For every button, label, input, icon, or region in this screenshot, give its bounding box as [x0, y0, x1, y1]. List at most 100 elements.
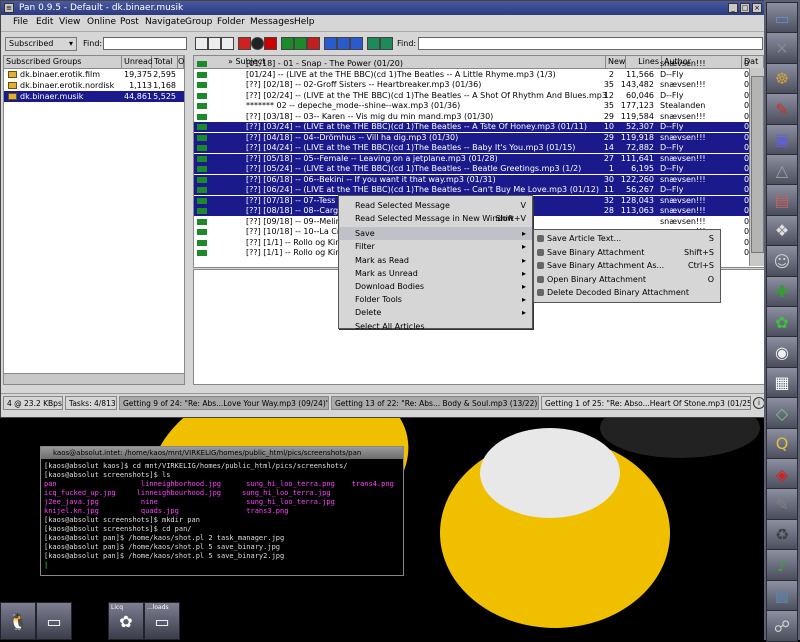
taskbar-button[interactable]: ▭ ...loads: [144, 602, 180, 640]
reload-all-icon[interactable]: [380, 37, 393, 50]
header-total[interactable]: Total: [152, 56, 178, 69]
article-row[interactable]: [??] [05/24] -- (LIVE at the THE BBC)(cd…: [194, 164, 750, 174]
monitor-icon[interactable]: ▣: [766, 123, 798, 156]
ship-wheel-icon[interactable]: ☸: [766, 62, 798, 95]
app3-icon[interactable]: ▩: [766, 579, 798, 612]
submenu-item[interactable]: Delete Decoded Binary Attachment: [534, 286, 720, 299]
article-row[interactable]: [??] [06/24] -- (LIVE at the THE BBC)(cd…: [194, 185, 750, 195]
menu-view[interactable]: View: [59, 17, 80, 27]
group-row[interactable]: dk.binaer.erotik.film 19,375 2,595: [4, 69, 184, 80]
thread-first-icon[interactable]: [324, 37, 337, 50]
menu-navigate[interactable]: Navigate: [145, 17, 185, 27]
menu-messages[interactable]: Messages: [250, 17, 294, 27]
close-icon[interactable]: ✕: [766, 32, 798, 65]
screen-icon[interactable]: ▭: [766, 2, 798, 34]
record-icon[interactable]: [238, 37, 251, 50]
gimp-icon[interactable]: ✎: [766, 93, 798, 126]
submenu-item[interactable]: Open Binary Attachment O: [534, 273, 720, 286]
quickview-icon[interactable]: Q: [766, 427, 798, 460]
article-row[interactable]: [??] [03/18] -- 03-- Karen -- Vis mig du…: [194, 112, 750, 122]
thread-last-icon[interactable]: [350, 37, 363, 50]
flower-icon[interactable]: ✿: [766, 306, 798, 338]
header-other[interactable]: O: [178, 56, 184, 69]
context-menu-item[interactable]: Save ▸: [339, 227, 532, 240]
context-menu-label: Mark as Unread: [355, 269, 418, 278]
terminal-window[interactable]: kaos@absolut.intet: /home/kaos/mnt/VIRKE…: [40, 446, 404, 576]
penguin-icon[interactable]: ❖: [766, 214, 798, 247]
thread-next-icon[interactable]: [337, 37, 350, 50]
group-filter-combo[interactable]: Subscribed ▾: [5, 37, 77, 51]
article-row[interactable]: [??] [04/24] -- (LIVE at the THE BBC)(cd…: [194, 143, 750, 153]
articles-vscrollbar[interactable]: [749, 68, 764, 266]
articles-find-input[interactable]: [418, 37, 763, 50]
submenu-item[interactable]: Save Binary Attachment As... Ctrl+S: [534, 259, 720, 272]
article-row[interactable]: [??] [06/18] -- 06--Bekini -- If you wan…: [194, 174, 750, 185]
marker-icon[interactable]: [307, 37, 320, 50]
group-row[interactable]: dk.binaer.erotik.nordisk 1,113 1,168: [4, 80, 184, 91]
menu-help[interactable]: Help: [294, 17, 315, 27]
article-subject: [01/18] - 01 - Snap - The Power (01/20): [246, 59, 403, 68]
menu-edit[interactable]: Edit: [36, 17, 53, 27]
header-unread[interactable]: Unread: [122, 56, 153, 69]
context-menu-item[interactable]: Folder Tools ▸: [339, 293, 532, 306]
terminal-title-bar[interactable]: kaos@absolut.intet: /home/kaos/mnt/VIRKE…: [41, 447, 403, 459]
taskbar-button[interactable]: 🐧: [0, 602, 36, 640]
context-menu-item[interactable]: Mark as Read ▸: [339, 254, 532, 267]
new-folder-icon[interactable]: [195, 37, 208, 50]
context-menu-item[interactable]: Mark as Unread ▸: [339, 267, 532, 280]
header-subscribed-groups[interactable]: Subscribed Groups: [4, 56, 122, 69]
puzzle-icon[interactable]: ✚: [766, 275, 798, 308]
article-row[interactable]: [??] [03/24] -- (LIVE at the THE BBC)(cd…: [194, 122, 750, 132]
trash-icon[interactable]: ♻: [766, 518, 798, 551]
play-icon[interactable]: [281, 37, 294, 50]
groups-find-input[interactable]: [103, 37, 187, 50]
taskbar-button[interactable]: ▭: [36, 602, 72, 640]
context-menu-item[interactable]: Read Selected Message V: [339, 199, 532, 212]
maximize-icon[interactable]: □: [740, 3, 750, 13]
network-icon[interactable]: ☍: [766, 610, 798, 642]
article-row[interactable]: [01/18] - 01 - Snap - The Power (01/20) s…: [194, 59, 750, 69]
close-icon[interactable]: ×: [752, 3, 762, 13]
menu-online[interactable]: Online: [87, 17, 116, 27]
crystal-icon[interactable]: ◈: [766, 458, 798, 490]
computer-icon[interactable]: ▤: [766, 184, 798, 217]
gimp2-icon[interactable]: ✎: [766, 488, 798, 521]
article-row[interactable]: [01/24] -- (LIVE at the THE BBC)(cd 1)Th…: [194, 70, 750, 80]
scroll-thumb[interactable]: [751, 76, 764, 253]
dot-icon[interactable]: [251, 37, 264, 50]
taskbar-button[interactable]: ✿ Licq: [108, 602, 144, 640]
article-row[interactable]: [??] [04/18] -- 04--Drömhus -- Vill ha d…: [194, 132, 750, 143]
status-tasks[interactable]: Tasks: 4/813: [65, 396, 117, 410]
context-menu-item[interactable]: Download Bodies ▸: [339, 280, 532, 293]
article-row[interactable]: [??] [02/24] -- (LIVE at the THE BBC)(cd…: [194, 91, 750, 101]
submenu-item[interactable]: Save Article Text... S: [534, 232, 720, 245]
menu-post[interactable]: Post: [120, 17, 139, 27]
triangle-icon[interactable]: △: [766, 154, 798, 186]
menu-group[interactable]: Group: [185, 17, 212, 27]
xmms-icon[interactable]: ♪: [766, 549, 798, 582]
ghost-icon[interactable]: ☺: [766, 245, 798, 278]
terminal-icon[interactable]: ▦: [766, 366, 798, 399]
app-icon[interactable]: ◉: [766, 336, 798, 369]
window-menu-icon[interactable]: ≡: [4, 3, 14, 13]
context-menu-item[interactable]: Read Selected Message in New Window Shift…: [339, 212, 532, 225]
group-row[interactable]: dk.binaer.musik 44,861 5,525: [4, 91, 184, 102]
stop-icon[interactable]: [264, 37, 277, 50]
context-menu-item[interactable]: Delete ▸: [339, 306, 532, 319]
article-row[interactable]: [??] [05/18] -- 05--Female -- Leaving on…: [194, 153, 750, 164]
reload-icon[interactable]: [367, 37, 380, 50]
submenu-item[interactable]: Save Binary Attachment Shift+S: [534, 246, 720, 259]
article-row[interactable]: ******* 02 -- depeche_mode--shine--wax.m…: [194, 101, 750, 111]
minimize-icon[interactable]: _: [728, 3, 738, 13]
groups-hscrollbar[interactable]: [4, 373, 184, 384]
app2-icon[interactable]: ◇: [766, 397, 798, 430]
menu-file[interactable]: File: [13, 17, 28, 27]
context-menu-item[interactable]: Select All Articles: [339, 320, 532, 333]
thread-folder-icon[interactable]: [221, 37, 234, 50]
next-icon[interactable]: [294, 37, 307, 50]
article-row[interactable]: [??] [02/18] -- 02-Groff Sisters -- Hear…: [194, 80, 750, 90]
context-menu-item[interactable]: Filter ▸: [339, 240, 532, 253]
menu-folder[interactable]: Folder: [217, 17, 245, 27]
view-folder-icon[interactable]: [208, 37, 221, 50]
title-bar[interactable]: ≡ Pan 0.9.5 - Default - dk.binaer.musik …: [1, 1, 764, 15]
